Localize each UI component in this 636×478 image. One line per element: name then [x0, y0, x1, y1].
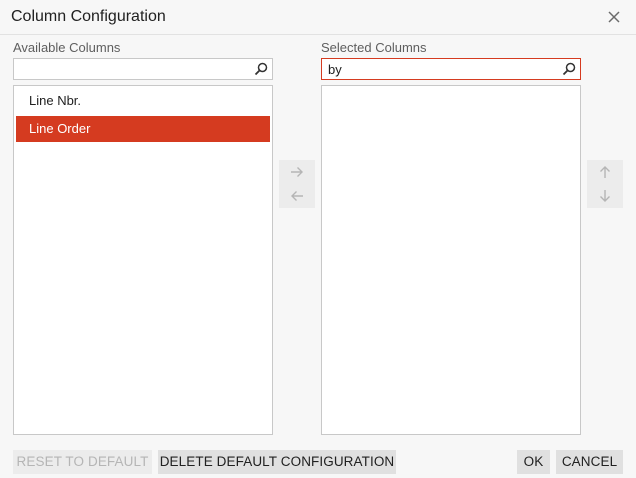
- arrow-left-icon: [291, 191, 303, 201]
- search-icon[interactable]: [562, 62, 576, 76]
- ok-button[interactable]: OK: [517, 450, 550, 474]
- reset-to-default-button[interactable]: RESET TO DEFAULT: [13, 450, 152, 474]
- arrow-right-icon: [291, 167, 303, 177]
- close-icon: [608, 11, 620, 23]
- close-button[interactable]: [604, 7, 624, 27]
- selected-search-input[interactable]: [322, 59, 556, 79]
- list-item-line-nbr[interactable]: Line Nbr.: [16, 88, 270, 114]
- available-search-input[interactable]: [14, 59, 248, 79]
- move-down-button[interactable]: [587, 184, 623, 208]
- cancel-button[interactable]: CANCEL: [556, 450, 623, 474]
- move-buttons-group: [279, 160, 315, 208]
- list-item-line-order[interactable]: Line Order: [16, 116, 270, 142]
- dialog-title: Column Configuration: [11, 8, 166, 25]
- available-columns-list[interactable]: Line Nbr. Line Order: [13, 85, 273, 435]
- order-buttons-group: [587, 160, 623, 208]
- available-columns-label: Available Columns: [13, 40, 121, 55]
- column-configuration-dialog: Column Configuration Available Columns L…: [0, 0, 636, 478]
- search-icon[interactable]: [254, 62, 268, 76]
- remove-column-button[interactable]: [279, 184, 315, 208]
- add-column-button[interactable]: [279, 160, 315, 184]
- delete-default-configuration-button[interactable]: DELETE DEFAULT CONFIGURATION: [158, 450, 396, 474]
- selected-search-box: [321, 58, 581, 80]
- move-up-button[interactable]: [587, 160, 623, 184]
- arrow-down-icon: [600, 190, 610, 202]
- selected-columns-list[interactable]: [321, 85, 581, 435]
- available-search-box: [13, 58, 273, 80]
- arrow-up-icon: [600, 166, 610, 178]
- selected-columns-label: Selected Columns: [321, 40, 427, 55]
- dialog-title-bar: Column Configuration: [0, 0, 636, 35]
